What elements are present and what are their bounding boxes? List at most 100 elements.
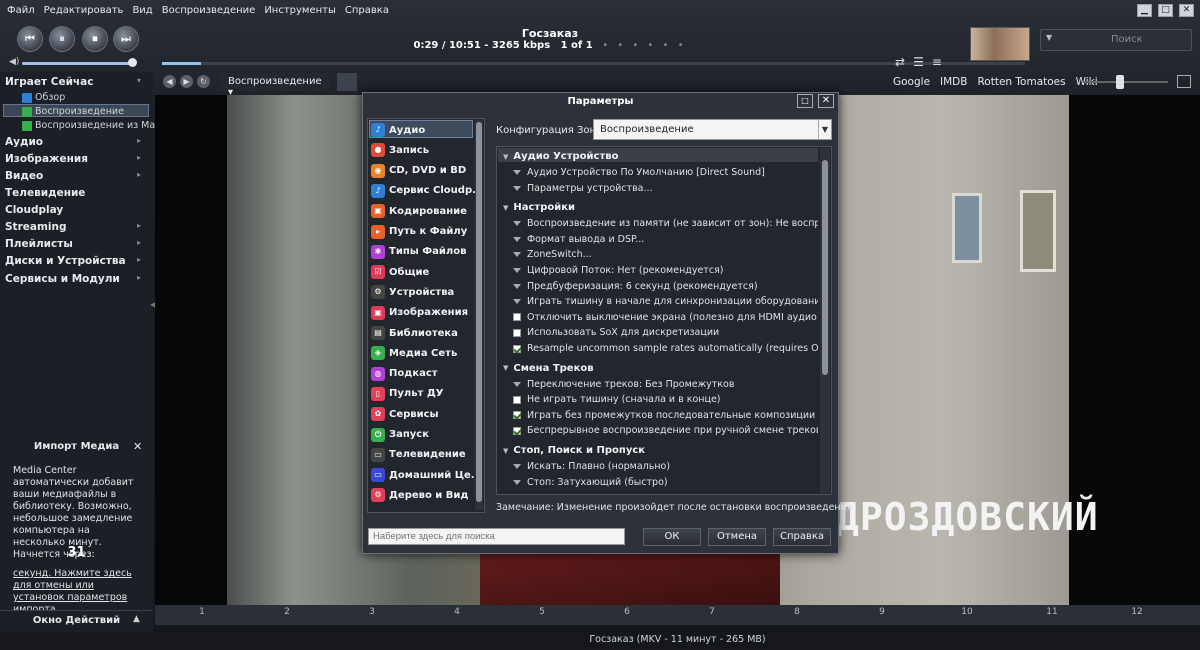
settings-option[interactable]: Играть тишину в начале для синхронизации…: [513, 296, 818, 307]
settings-option[interactable]: Отключить выключение экрана (полезно для…: [513, 312, 818, 323]
close-icon[interactable]: ✕: [133, 440, 142, 453]
category-item[interactable]: ♪ Аудио: [371, 123, 425, 137]
dialog-maximize-button[interactable]: □: [797, 94, 813, 108]
close-window-button[interactable]: ✕: [1179, 4, 1194, 17]
settings-option[interactable]: Беспрерывное воспроизведение при ручной …: [513, 425, 818, 436]
shuffle-icon[interactable]: ⇄: [895, 55, 905, 69]
back-icon[interactable]: ◀: [163, 75, 176, 88]
category-item[interactable]: ▣ Кодирование: [371, 204, 467, 219]
settings-option[interactable]: Играть без промежутков последовательные …: [513, 410, 818, 421]
settings-option[interactable]: Цифровой Поток: Нет (рекомендуется): [513, 265, 724, 276]
sidebar-item-2[interactable]: Видео ▸: [5, 170, 141, 182]
pause-button[interactable]: ⏸: [49, 26, 75, 52]
volume-knob[interactable]: [128, 58, 137, 67]
category-item[interactable]: ⏻ Запуск: [371, 427, 429, 442]
expand-arrow-icon[interactable]: [513, 185, 521, 191]
settings-option[interactable]: Аудио Устройство По Умолчанию [Direct So…: [513, 167, 765, 178]
category-item[interactable]: ▭ Телевидение: [371, 447, 466, 462]
menu-item-1[interactable]: Редактировать: [44, 5, 124, 16]
sidebar-sub-playback[interactable]: Воспроизведение: [22, 106, 124, 117]
layout-icon[interactable]: [1177, 75, 1191, 88]
category-item[interactable]: ✿ Сервисы: [371, 407, 439, 422]
dialog-close-button[interactable]: ✕: [818, 94, 834, 108]
category-item[interactable]: ◈ Медиа Сеть: [371, 346, 457, 361]
settings-group[interactable]: ▼ Аудио Устройство: [503, 151, 618, 162]
next-button[interactable]: ⏭: [113, 26, 139, 52]
checkbox[interactable]: [513, 395, 521, 404]
cover-thumbnail[interactable]: [970, 27, 1030, 61]
category-item[interactable]: ✱ Типы Файлов: [371, 244, 466, 259]
zoom-slider[interactable]: [1083, 81, 1168, 83]
sidebar-item-5[interactable]: Streaming ▸: [5, 221, 141, 233]
import-cancel-link[interactable]: секунд. Нажмите здесь для отмены или уст…: [13, 568, 148, 616]
sidebar-item-0[interactable]: Аудио ▸: [5, 136, 141, 148]
settings-group[interactable]: ▼ Стоп, Поиск и Пропуск: [503, 445, 645, 456]
link-google[interactable]: Google: [893, 76, 930, 88]
category-item[interactable]: ⚙ Устройства: [371, 285, 454, 300]
settings-scroll-thumb[interactable]: [822, 160, 828, 375]
settings-option[interactable]: Resample uncommon sample rates automatic…: [513, 343, 818, 354]
menu-item-2[interactable]: Вид: [132, 5, 152, 16]
sidebar-item-1[interactable]: Изображения ▸: [5, 153, 141, 165]
category-item[interactable]: ▣ Изображения: [371, 305, 468, 320]
menu-item-4[interactable]: Инструменты: [264, 5, 336, 16]
category-item[interactable]: ▭ Домашний Це...: [371, 468, 482, 483]
checkbox[interactable]: [513, 328, 521, 337]
category-item[interactable]: ▤ Библиотека: [371, 326, 458, 340]
expand-arrow-icon[interactable]: [513, 479, 521, 485]
sidebar-item-3[interactable]: Телевидение: [5, 187, 85, 199]
category-item[interactable]: ☑ Общие: [371, 265, 429, 280]
refresh-icon[interactable]: ↻: [197, 75, 210, 88]
category-item[interactable]: ◍ Подкаст: [371, 366, 438, 381]
settings-option[interactable]: Воспроизведение из памяти (не зависит от…: [513, 218, 818, 229]
link-imdb[interactable]: IMDB: [940, 76, 967, 88]
stop-button[interactable]: ⏹: [82, 26, 108, 52]
checkbox[interactable]: [513, 411, 521, 420]
minimize-button[interactable]: ▁: [1137, 4, 1152, 17]
settings-group[interactable]: ▼ Смена Треков: [503, 363, 594, 374]
expand-arrow-icon[interactable]: [513, 252, 521, 258]
checkbox[interactable]: [513, 313, 521, 322]
dialog-search-input[interactable]: [368, 528, 625, 545]
menu-item-0[interactable]: Файл: [7, 5, 35, 16]
category-item[interactable]: ◉ CD, DVD и BD: [371, 163, 466, 178]
expand-arrow-icon[interactable]: [513, 221, 521, 227]
expand-arrow-icon[interactable]: [513, 283, 521, 289]
settings-option[interactable]: ZoneSwitch...: [513, 249, 592, 260]
settings-option[interactable]: Переключение треков: Без Промежутков: [513, 379, 734, 390]
category-item[interactable]: ⚙ Дерево и Вид: [371, 488, 469, 503]
speaker-icon[interactable]: ◀): [9, 57, 19, 67]
expand-arrow-icon[interactable]: [513, 268, 521, 273]
checkbox[interactable]: [513, 426, 521, 435]
category-item[interactable]: ♪ Сервис Cloudp...: [371, 183, 484, 198]
sidebar-item-4[interactable]: Cloudplay: [5, 204, 63, 216]
help-button[interactable]: Справка: [773, 528, 831, 546]
settings-option[interactable]: Параметры устройства...: [513, 183, 653, 194]
settings-option[interactable]: Не играть тишину (сначала и в конце): [513, 394, 721, 405]
settings-option[interactable]: Искать: Плавно (нормально): [513, 461, 670, 472]
expand-arrow-icon[interactable]: [513, 236, 521, 242]
category-item[interactable]: ▯ Пульт ДУ: [371, 386, 443, 401]
expand-arrow-icon[interactable]: [513, 170, 521, 175]
checkbox[interactable]: [513, 344, 521, 353]
sidebar-sub-overview[interactable]: Обзор: [22, 92, 65, 103]
category-item[interactable]: ▸ Путь к Файлу: [371, 224, 467, 239]
category-item[interactable]: ● Запись: [371, 143, 429, 158]
playlist-icon[interactable]: ☰: [913, 55, 924, 69]
sidebar-sub-playback-from[interactable]: Воспроизведение из Ма...: [22, 120, 164, 131]
chevron-up-icon[interactable]: ▲: [133, 614, 140, 624]
view-scheme-dropdown[interactable]: Воспроизведение ▾: [220, 73, 330, 98]
previous-button[interactable]: ⏮: [17, 26, 43, 52]
search-input[interactable]: Поиск: [1040, 29, 1192, 51]
category-scroll-thumb[interactable]: [476, 122, 482, 502]
settings-group[interactable]: ▼ Настройки: [503, 202, 575, 213]
forward-icon[interactable]: ▶: [180, 75, 193, 88]
expand-arrow-icon[interactable]: [513, 299, 521, 305]
expand-arrow-icon[interactable]: [513, 464, 521, 469]
settings-option[interactable]: Формат вывода и DSP...: [513, 234, 644, 245]
rating-dots[interactable]: • • • • • •: [602, 40, 686, 51]
view-toggle-button[interactable]: [337, 73, 357, 91]
menu-item-5[interactable]: Справка: [345, 5, 389, 16]
sidebar-item-7[interactable]: Диски и Устройства ▸: [5, 255, 141, 267]
sidebar-item-now-playing[interactable]: Играет Сейчас ▾: [5, 76, 141, 88]
